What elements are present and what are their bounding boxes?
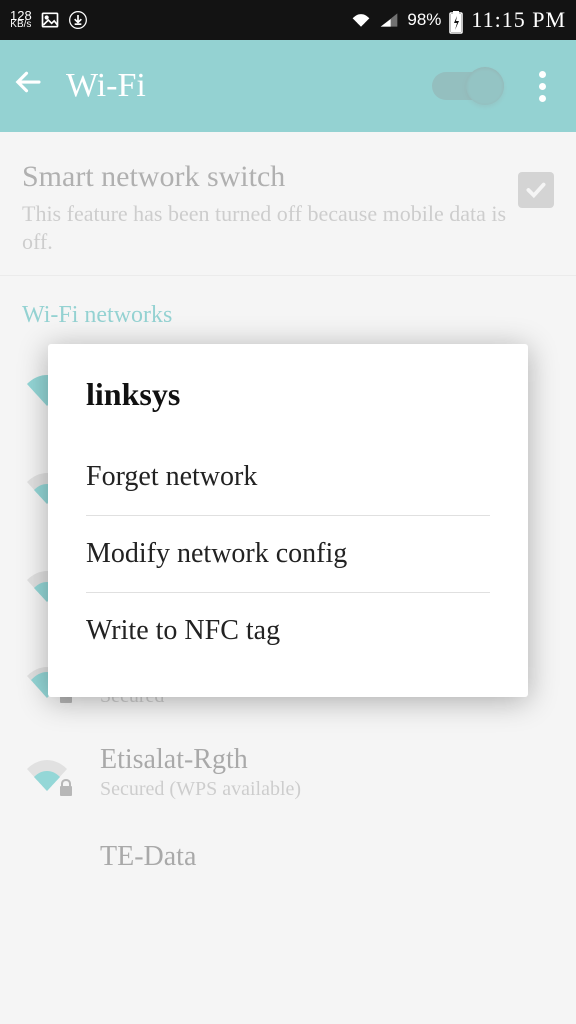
image-icon — [40, 10, 60, 30]
battery-percentage: 98% — [407, 10, 441, 30]
clock-time: 11:15 PM — [471, 7, 566, 33]
dialog-title: linksys — [86, 376, 490, 413]
modify-network-config-option[interactable]: Modify network config — [86, 516, 490, 592]
network-speed: 128 KB/s — [10, 11, 32, 29]
network-context-dialog: linksys Forget network Modify network co… — [48, 344, 528, 697]
status-left: 128 KB/s — [10, 10, 88, 30]
battery-charging-icon — [449, 10, 463, 30]
write-to-nfc-tag-option[interactable]: Write to NFC tag — [86, 593, 490, 669]
forget-network-option[interactable]: Forget network — [86, 439, 490, 515]
download-icon — [68, 10, 88, 30]
status-right: 98% 11:15 PM — [351, 7, 566, 33]
speed-unit: KB/s — [10, 21, 31, 29]
wifi-status-icon — [351, 10, 371, 30]
status-bar: 128 KB/s 98% 11:15 PM — [0, 0, 576, 40]
cell-signal-icon — [379, 10, 399, 30]
